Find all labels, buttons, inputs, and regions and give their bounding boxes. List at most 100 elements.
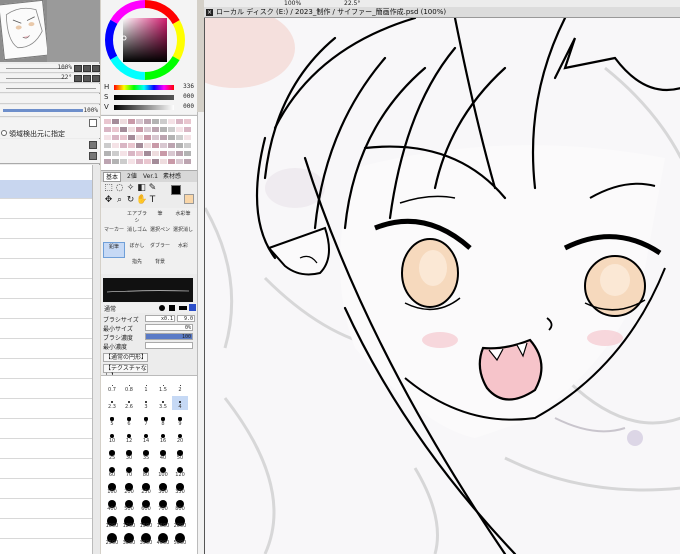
layer-row[interactable] [0,420,92,439]
navigator-thumbnail[interactable] [0,0,49,61]
color-swatch[interactable] [112,159,119,164]
color-swatch[interactable] [160,151,167,156]
brush-size-cell[interactable]: 35 [138,447,154,461]
protect-row[interactable] [0,118,100,128]
brush-size-cell[interactable]: 2.6 [121,396,137,410]
brush-slot[interactable]: 水彩筆 [172,210,194,226]
fill-icon[interactable]: ◧ [136,183,147,194]
brush-size-cell[interactable]: 1600 [155,515,171,529]
color-swatch[interactable] [184,127,191,132]
color-swatch[interactable] [176,135,183,140]
layer-row[interactable] [0,220,92,239]
brush-size-cell[interactable]: 16 [155,430,171,444]
background-color[interactable] [184,194,194,204]
document-tab[interactable]: × ローカル ディスク (E:) / 2023_制作 / サイファー_簡画作成.… [204,7,680,18]
drawing-canvas[interactable] [204,18,680,554]
color-swatch[interactable] [136,127,143,132]
color-swatch[interactable] [120,127,127,132]
brush-size-cell[interactable]: 2 [172,379,188,393]
brush-size-cell[interactable]: 800 [172,498,188,512]
color-swatch[interactable] [144,143,151,148]
brush-slot[interactable]: 筆 [149,210,171,226]
color-swatch[interactable] [168,143,175,148]
color-swatch[interactable] [136,135,143,140]
min-size-row[interactable]: 最小サイズ 0% [103,324,195,333]
color-wheel[interactable] [101,0,197,82]
color-swatch[interactable] [152,119,159,124]
brush-size-cell[interactable]: 0.8 [121,379,137,393]
brush-size-cell[interactable]: 160 [104,481,120,495]
brush-size-cell[interactable]: 4000 [155,532,171,546]
color-swatch[interactable] [152,151,159,156]
brush-slot[interactable]: 選択消し [172,226,194,242]
zoom-icon[interactable]: ⌕ [114,195,125,206]
canvas-artwork[interactable] [205,18,680,554]
brush-size-multiplier[interactable]: x0.1 [145,315,175,322]
color-swatch[interactable] [128,127,135,132]
tab-binary[interactable]: 2値 [125,172,139,182]
brush-slot[interactable]: エアブラシ [126,210,148,226]
layer-row[interactable] [0,540,92,554]
brush-size-cell[interactable]: 2500 [104,532,120,546]
layer-row[interactable] [0,440,92,459]
color-swatch[interactable] [120,159,127,164]
rotate-left-button[interactable] [74,75,82,82]
brush-slot[interactable]: 水彩 [172,242,194,258]
brush-size-cell[interactable]: 1200 [121,515,137,529]
color-swatch[interactable] [128,119,135,124]
color-swatch[interactable] [152,135,159,140]
shape-dropdown-row[interactable]: 【通常の円形】 [103,353,195,363]
color-swatch[interactable] [120,151,127,156]
min-size-value[interactable]: 0% [145,324,193,331]
color-swatch[interactable] [184,135,191,140]
color-swatch[interactable] [104,119,111,124]
brush-size-cell[interactable]: 100 [155,464,171,478]
clip-source-row[interactable]: 領域検出元に指定 [0,128,100,138]
color-swatch[interactable] [104,159,111,164]
color-swatch[interactable] [112,151,119,156]
color-swatch[interactable] [160,143,167,148]
color-swatch[interactable] [136,143,143,148]
delete-layer-button[interactable] [89,152,97,160]
texture-dropdown[interactable]: 【テクスチャなし】 [103,364,148,380]
brush-size-cell[interactable]: 1.5 [155,379,171,393]
color-swatch[interactable] [120,135,127,140]
tab-basic[interactable]: 基本 [103,172,122,182]
text-icon[interactable]: T [147,195,158,206]
layer-row[interactable] [0,500,92,519]
color-swatch[interactable] [144,119,151,124]
brush-size-value[interactable]: 9.0 [177,315,195,322]
color-swatch[interactable] [128,143,135,148]
brush-slot[interactable]: 指先 [126,258,148,274]
hue-row[interactable]: H 336 [104,83,196,92]
color-swatch[interactable] [152,159,159,164]
brush-size-cell[interactable]: 2000 [172,515,188,529]
hand-icon[interactable]: ✋ [136,195,147,206]
brush-size-cell[interactable]: 0.7 [104,379,120,393]
color-swatch[interactable] [160,135,167,140]
brush-slot[interactable]: 鉛筆 [103,242,125,258]
brush-size-cell[interactable]: 20 [172,430,188,444]
color-swatch[interactable] [184,151,191,156]
brush-size-cell[interactable]: 500 [121,498,137,512]
shape-dropdown[interactable]: 【通常の円形】 [103,353,148,362]
brush-size-cell[interactable]: 5 [104,413,120,427]
brush-size-cell[interactable]: 40 [155,447,171,461]
brush-size-cell[interactable]: 30 [121,447,137,461]
color-swatch[interactable] [184,119,191,124]
brush-size-cell[interactable]: 600 [138,498,154,512]
layer-row[interactable] [0,360,92,379]
color-swatch[interactable] [168,159,175,164]
brush-size-cell[interactable]: 400 [104,498,120,512]
layer-row[interactable] [0,480,92,499]
brush-size-cell[interactable]: 7 [138,413,154,427]
toolbar-zoom[interactable]: 100% [284,0,301,7]
color-swatch[interactable] [112,119,119,124]
swatch-panel[interactable] [101,115,197,170]
brush-slot[interactable]: 消しゴム [126,226,148,242]
brush-size-cell[interactable]: 120 [172,464,188,478]
layer-row[interactable] [0,300,92,319]
layer-row[interactable] [0,280,92,299]
protect-checkbox[interactable] [89,119,97,127]
brush-size-cell[interactable]: 12 [121,430,137,444]
